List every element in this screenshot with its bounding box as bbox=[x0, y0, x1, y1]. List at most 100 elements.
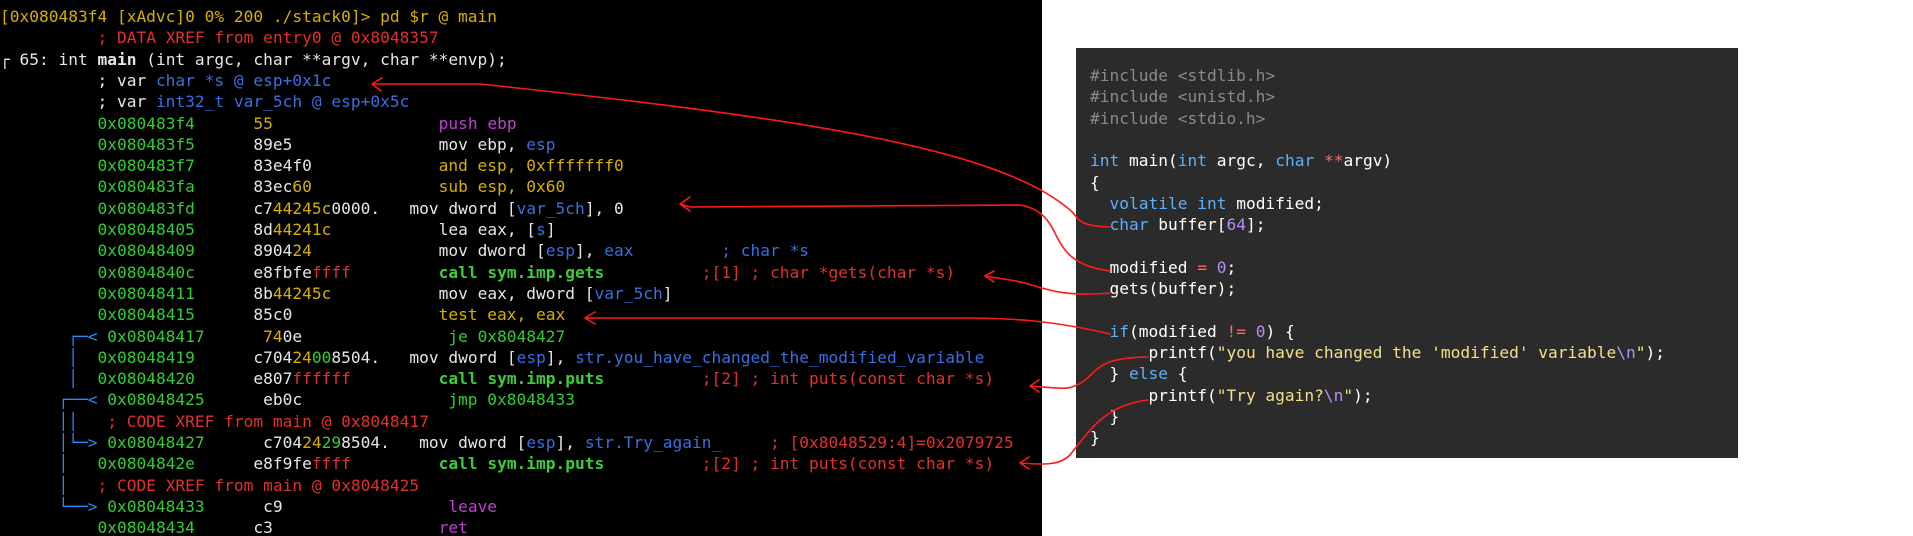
disasm-token: 83ec bbox=[253, 177, 293, 197]
disasm-token: 0x080483f4 bbox=[97, 113, 254, 133]
disasm-token: s bbox=[536, 220, 546, 239]
source-line: gets(buffer); bbox=[1090, 278, 1236, 299]
source-token: (modified bbox=[1129, 321, 1227, 341]
disasm-token: c3 bbox=[253, 518, 273, 536]
disasm-token: mov eax, dword [ bbox=[331, 283, 595, 303]
source-line: #include <unistd.h> bbox=[1090, 86, 1275, 107]
disasm-token: call sym.imp.gets bbox=[438, 262, 605, 282]
disasm-token: 0x08048434 bbox=[97, 518, 254, 536]
disasm-token: var_5ch bbox=[594, 283, 663, 303]
source-token: \n bbox=[1323, 385, 1344, 405]
disasm-line: │ 0x08048419 c70424008504. mov dword [es… bbox=[0, 347, 984, 368]
disasm-line: │ 0x08048420 e807ffffff call sym.imp.put… bbox=[0, 368, 994, 389]
disasm-token: 0x080483fa bbox=[97, 177, 254, 197]
source-token: main( bbox=[1119, 151, 1178, 171]
disasm-token: 8504. bbox=[341, 433, 390, 452]
disasm-token: push ebp bbox=[438, 113, 517, 133]
disasm-token: e8fbfe bbox=[253, 262, 312, 282]
disasm-token bbox=[273, 518, 439, 536]
disasm-token: 60 bbox=[292, 177, 312, 197]
disasm-token: ┌──< bbox=[0, 390, 108, 410]
source-token: char bbox=[1109, 215, 1149, 235]
disasm-token: eax bbox=[604, 241, 634, 261]
source-line: volatile int modified; bbox=[1090, 193, 1324, 214]
disasm-token: 0x080483f7 bbox=[97, 156, 254, 176]
disasm-token: test eax, eax bbox=[438, 305, 566, 325]
disasm-token: 85c0 bbox=[253, 305, 293, 325]
radare2-disassembly-terminal: [0x080483f4 [xAdvc]0 0% 200 ./stack0]> p… bbox=[0, 0, 1042, 536]
source-token: = bbox=[1197, 257, 1207, 277]
disasm-token: esp bbox=[545, 241, 576, 261]
disasm-token: │ bbox=[0, 347, 98, 367]
disasm-token: call sym.imp.puts bbox=[438, 454, 605, 474]
disasm-token: 0x08048433 bbox=[107, 496, 264, 516]
disasm-token bbox=[604, 369, 701, 388]
disasm-line: 0x080483f7 83e4f0 and esp, 0xfffffff0 bbox=[0, 155, 623, 176]
disasm-token bbox=[721, 433, 770, 452]
disasm-token: (int argc, char **argv, char **envp); bbox=[136, 49, 507, 69]
source-token: " bbox=[1635, 342, 1646, 362]
disasm-line: 0x080483fa 83ec60 sub esp, 0x60 bbox=[0, 176, 565, 197]
disasm-line: 0x08048409 890424 mov dword [esp], eax ;… bbox=[0, 240, 809, 261]
source-token bbox=[1090, 215, 1110, 234]
disasm-line: [0x080483f4 [xAdvc]0 0% 200 ./stack0]> p… bbox=[0, 6, 497, 27]
source-token bbox=[1246, 322, 1256, 341]
source-token: int bbox=[1090, 151, 1120, 171]
source-token: { bbox=[1090, 172, 1100, 192]
disasm-token: int32_t var_5ch @ esp+0x5c bbox=[155, 92, 410, 112]
disasm-line: └──> 0x08048433 c9 leave bbox=[0, 496, 497, 517]
source-token: #include <stdlib.h> bbox=[1090, 66, 1276, 85]
disasm-token: 0x08048425 bbox=[107, 390, 264, 410]
source-line: printf("you have changed the 'modified' … bbox=[1090, 342, 1665, 363]
disasm-token bbox=[0, 135, 97, 154]
disasm-token: │ bbox=[0, 369, 98, 389]
source-token: else bbox=[1128, 364, 1168, 384]
disasm-token: ], bbox=[545, 347, 576, 367]
source-line: #include <stdlib.h> bbox=[1090, 65, 1275, 86]
disasm-token: esp bbox=[526, 433, 556, 452]
disasm-token: ] bbox=[545, 220, 556, 239]
source-token: ); bbox=[1645, 342, 1666, 362]
disasm-token: char *s @ esp+0x1c bbox=[155, 70, 332, 90]
disasm-token: mov dword [ bbox=[380, 347, 517, 367]
disasm-token: 0x08048411 bbox=[97, 283, 254, 303]
disasm-token: str.Try_again_ bbox=[584, 433, 722, 452]
source-line: char buffer[64]; bbox=[1090, 214, 1266, 235]
disasm-token: e8f9fe bbox=[253, 454, 312, 474]
disasm-token: esp bbox=[516, 347, 546, 367]
source-line: } bbox=[1090, 427, 1100, 448]
disasm-token: mov dword [ bbox=[380, 198, 517, 218]
disasm-token: ], bbox=[555, 433, 585, 452]
disasm-token: mov dword [ bbox=[311, 241, 546, 261]
disasm-token bbox=[292, 305, 438, 324]
disasm-token: ; CODE XREF from main @ 0x8048425 bbox=[97, 475, 420, 495]
disasm-line: ┌─< 0x08048417 740e je 0x8048427 bbox=[0, 326, 565, 347]
source-token: ); bbox=[1353, 385, 1373, 405]
disasm-token: ;[2] ; int puts(const char *s) bbox=[701, 369, 995, 389]
disasm-token: ], 0 bbox=[584, 198, 624, 218]
source-token: buffer[ bbox=[1148, 215, 1227, 235]
disasm-token: leave bbox=[448, 496, 498, 516]
source-token: \n bbox=[1616, 342, 1636, 362]
disasm-line: ││ ; CODE XREF from main @ 0x8048417 bbox=[0, 411, 428, 432]
disasm-token: 0x08048427 bbox=[107, 433, 264, 452]
source-line: modified = 0; bbox=[1090, 257, 1236, 278]
disasm-line: 0x08048434 c3 ret bbox=[0, 517, 467, 536]
source-token: argv) bbox=[1343, 151, 1393, 171]
disasm-token: ffffff bbox=[292, 369, 351, 389]
disasm-token: call sym.imp.puts bbox=[438, 369, 605, 389]
disasm-line: 0x08048415 85c0 test eax, eax bbox=[0, 304, 565, 325]
disasm-line: ┌──< 0x08048425 eb0c jmp 0x8048433 bbox=[0, 389, 575, 410]
disasm-token: 0x08048405 bbox=[97, 220, 254, 239]
disasm-token: 8904 bbox=[253, 241, 293, 261]
disasm-token: ffff bbox=[311, 262, 351, 282]
disasm-line: │ ; CODE XREF from main @ 0x8048425 bbox=[0, 475, 419, 496]
disasm-token: 8d bbox=[253, 220, 273, 239]
disasm-token bbox=[0, 305, 97, 324]
disasm-token: ; DATA XREF from entry0 @ 0x8048357 bbox=[97, 28, 439, 48]
disasm-token bbox=[0, 263, 97, 282]
disasm-token: │ bbox=[0, 475, 98, 495]
disasm-token: 24 bbox=[302, 433, 322, 452]
disasm-token bbox=[351, 454, 439, 473]
disasm-token: jmp 0x8048433 bbox=[448, 390, 576, 410]
